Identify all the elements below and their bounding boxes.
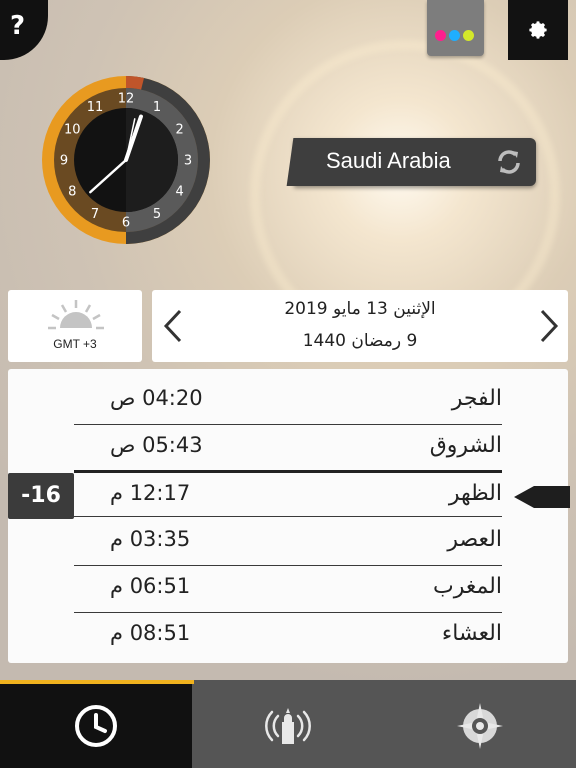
current-prayer-pointer-icon [514,486,570,508]
tab-prayer-times[interactable] [0,680,192,768]
previous-day-arrow-icon[interactable] [158,308,186,344]
settings-button[interactable] [508,0,568,60]
clock-number: 1 [153,100,161,115]
bottom-tab-bar [0,680,576,768]
prayer-row-asr: العصر 03:35 م [74,519,502,566]
active-tab-indicator [0,680,194,684]
prayer-time: 03:35 م [110,527,191,551]
adhan-icon [265,708,311,744]
sun-icon [48,300,104,330]
next-prayer-offset-badge: -16 [8,473,74,519]
color-theme-button[interactable] [427,0,484,56]
clock-number: 11 [87,100,104,115]
help-label: ? [10,11,26,41]
clock-number: 2 [176,123,184,138]
clock-number: 9 [60,154,68,169]
country-name: Saudi Arabia [326,148,451,173]
clock-number: 10 [64,123,81,138]
timezone-box[interactable]: GMT +3 [8,290,142,362]
prayer-row-sunrise: الشروق 05:43 ص [74,425,502,472]
blue-dot-icon [449,30,460,41]
prayer-row-maghrib: المغرب 06:51 م [74,566,502,613]
next-day-arrow-icon[interactable] [536,308,564,344]
clock-number: 12 [118,92,135,107]
date-box: الإثنين 13 مايو 2019 9 رمضان 1440 [152,290,568,362]
prayer-time: 04:20 ص [110,386,203,410]
prayer-time: 12:17 م [110,481,191,505]
refresh-icon[interactable] [494,147,524,177]
prayer-name: العصر [447,527,502,552]
prayer-times-table: الفجر 04:20 ص الشروق 05:43 ص الظهر 12:17… [8,369,568,663]
prayer-time: 05:43 ص [110,433,203,457]
prayer-row-dhuhr: الظهر 12:17 م [74,470,502,517]
prayer-row-isha: العشاء 08:51 م [74,613,502,659]
clock-number: 4 [176,185,184,200]
clock-number: 8 [68,185,76,200]
gregorian-date: الإثنين 13 مايو 2019 [284,299,436,319]
clock-number: 5 [153,207,161,222]
gear-icon [529,21,547,39]
yellow-dot-icon [463,30,474,41]
timezone-label: GMT +3 [53,337,97,351]
prayer-time: 08:51 م [110,621,191,645]
hijri-date: 9 رمضان 1440 [302,331,418,351]
prayer-name: المغرب [433,574,502,599]
clock-number: 3 [184,154,192,169]
prayer-name: العشاء [441,621,502,646]
clock-number: 6 [122,216,130,231]
tab-adhan[interactable] [192,680,384,768]
clock-number: 7 [91,207,99,222]
prayer-name: الظهر [448,481,502,506]
analog-clock: 12 12 3 45 6 78 9 10 11 [42,76,210,244]
prayer-row-fajr: الفجر 04:20 ص [74,378,502,425]
country-selector[interactable]: Saudi Arabia [294,138,536,186]
prayer-time: 06:51 م [110,574,191,598]
help-button[interactable]: ? [0,0,48,60]
pink-dot-icon [435,30,446,41]
tab-qibla[interactable] [384,680,576,768]
prayer-name: الفجر [451,386,502,411]
prayer-name: الشروق [429,433,502,458]
clock-icon [75,705,117,747]
compass-icon [457,703,503,749]
